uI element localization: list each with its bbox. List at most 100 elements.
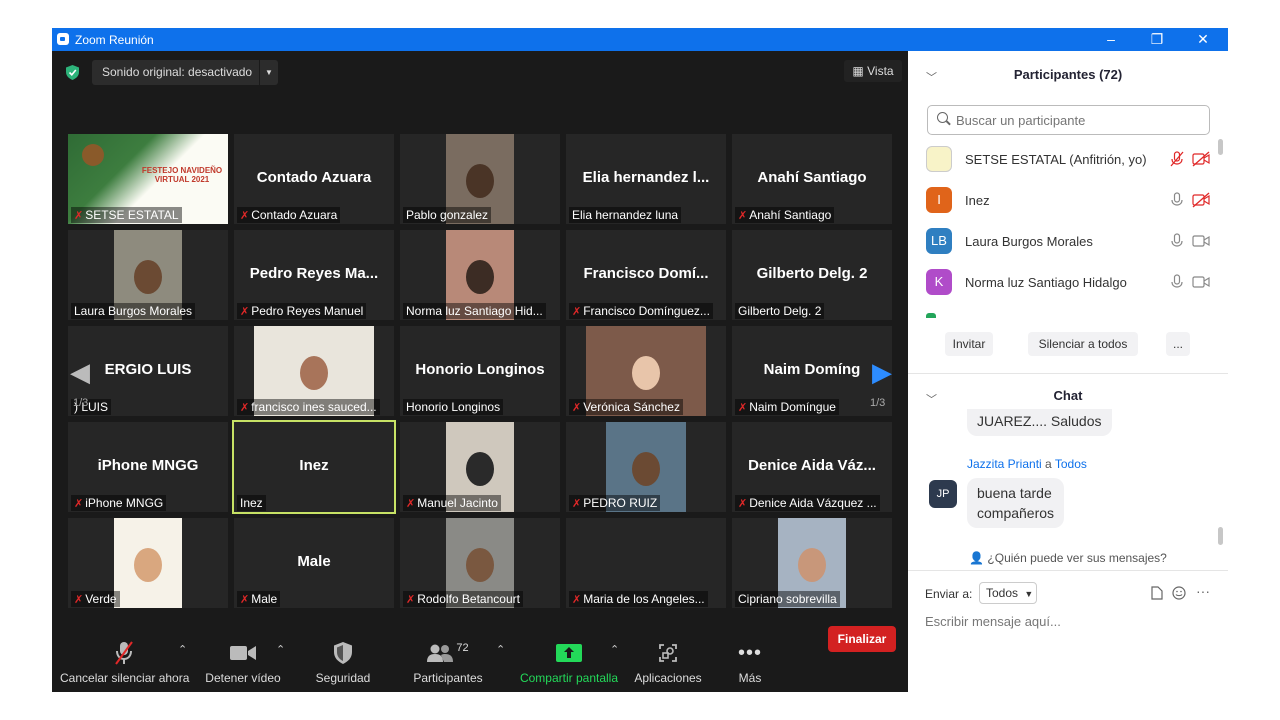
participant-tile[interactable]: ✗ PEDRO RUIZ	[566, 422, 726, 512]
encryption-shield-icon[interactable]	[66, 65, 79, 80]
participant-tile[interactable]: ✗ Rodolfo Betancourt	[400, 518, 560, 608]
mic-icon[interactable]	[1170, 233, 1184, 249]
participant-tile[interactable]: ✗ francisco ines sauced...	[234, 326, 394, 416]
mic-icon[interactable]	[1170, 192, 1184, 208]
mute-all-button[interactable]: Silenciar a todos	[1028, 332, 1138, 356]
participant-tile[interactable]: Cipriano sobrevilla	[732, 518, 892, 608]
tile-name-label: ✗ Pedro Reyes Manuel	[237, 303, 367, 319]
tile-name-text: Anahí Santiago	[749, 208, 832, 222]
close-button[interactable]: ✕	[1180, 28, 1226, 51]
tile-display-name: Anahí Santiago	[757, 169, 867, 186]
participants-scrollbar[interactable]	[1218, 139, 1223, 155]
audio-options-caret-icon[interactable]: ⌃	[178, 643, 187, 656]
participant-row[interactable]: K Norma luz Santiago Hidalgo	[926, 262, 1216, 302]
camera-icon[interactable]	[1192, 233, 1210, 249]
participant-tile[interactable]: Denice Aida Váz... ✗ Denice Aida Vázquez .…	[732, 422, 892, 512]
participant-row[interactable]: LB Laura Burgos Morales	[926, 221, 1216, 261]
participants-options-caret-icon[interactable]: ⌃	[496, 643, 505, 656]
muted-mic-icon: ✗	[572, 306, 582, 318]
tile-name-label: ✗ francisco ines sauced...	[237, 399, 380, 415]
participant-row[interactable]: I Inez	[926, 180, 1216, 220]
participant-tile[interactable]: ✗ Maria de los Angeles...	[566, 518, 726, 608]
chevron-down-icon[interactable]: ▼	[259, 60, 278, 85]
tile-name-text: Contado Azuara	[251, 208, 338, 222]
emoji-icon[interactable]	[1172, 586, 1186, 600]
participant-tile[interactable]: Honorio Longinos Honorio Longinos	[400, 326, 560, 416]
mic-icon[interactable]	[1170, 274, 1184, 290]
participant-tile[interactable]: ✗ Verónica Sánchez	[566, 326, 726, 416]
end-meeting-button[interactable]: Finalizar	[828, 626, 896, 652]
share-options-caret-icon[interactable]: ⌃	[610, 643, 619, 656]
participant-tile[interactable]: Pedro Reyes Ma... ✗ Pedro Reyes Manuel	[234, 230, 394, 320]
participant-tile[interactable]: iPhone MNGG ✗ iPhone MNGG	[68, 422, 228, 512]
participant-tile[interactable]: Anahí Santiago ✗ Anahí Santiago	[732, 134, 892, 224]
restore-button[interactable]: ❐	[1134, 28, 1180, 51]
participant-tile[interactable]: FESTEJO NAVIDEÑO VIRTUAL 2021 ✗ SETSE ESTA…	[68, 134, 228, 224]
tile-name-text: Verde	[85, 592, 117, 606]
participant-tile[interactable]: ERGIO LUIS) LUIS	[68, 326, 228, 416]
original-sound-button[interactable]: Sonido original: desactivado ▼	[92, 60, 278, 85]
video-options-caret-icon[interactable]: ⌃	[276, 643, 285, 656]
participant-tile[interactable]: ✗ Manuel Jacinto	[400, 422, 560, 512]
send-to-dropdown[interactable]: Todos ▼	[979, 582, 1037, 604]
participant-tile[interactable]: Contado Azuara ✗ Contado Azuara	[234, 134, 394, 224]
participant-tile[interactable]: Naim Domíng ✗ Naim Domíngue	[732, 326, 892, 416]
participant-face	[466, 452, 494, 486]
participants-button[interactable]: 72 Participantes	[408, 638, 488, 685]
participant-search-input[interactable]	[954, 112, 1198, 129]
participant-face	[632, 356, 660, 390]
chat-more-icon[interactable]: ···	[1196, 583, 1210, 599]
muted-mic-icon[interactable]	[1170, 151, 1184, 167]
tile-name-label: ✗ Manuel Jacinto	[403, 495, 501, 511]
participant-tile[interactable]: Male ✗ Male	[234, 518, 394, 608]
file-icon[interactable]	[1151, 586, 1163, 600]
chat-scrollbar[interactable]	[1218, 527, 1223, 545]
participant-name: Norma luz Santiago Hidalgo	[965, 275, 1127, 290]
prev-page-arrow-icon[interactable]: ◀	[70, 357, 90, 388]
apps-button[interactable]: Aplicaciones	[632, 638, 704, 685]
participants-more-button[interactable]: ...	[1166, 332, 1190, 356]
participant-tile[interactable]: Elia hernandez l... Elia hernandez luna	[566, 134, 726, 224]
participant-search[interactable]	[927, 105, 1210, 135]
meeting-toolbar: Cancelar silenciar ahora ⌃ Detener vídeo…	[52, 638, 908, 692]
participants-count: 72	[456, 642, 469, 654]
participant-face	[466, 260, 494, 294]
chat-sender-line: Jazzita Prianti a Todos	[967, 457, 1087, 471]
chevron-down-icon: ▼	[1024, 589, 1034, 599]
tile-name-text: Verónica Sánchez	[583, 400, 680, 414]
tile-name-label: ✗ Contado Azuara	[237, 207, 341, 223]
camera-off-icon[interactable]	[1192, 151, 1210, 167]
next-page-arrow-icon[interactable]: ▶	[872, 357, 892, 388]
participant-tile[interactable]: Norma luz Santiago Hid...	[400, 230, 560, 320]
participant-face	[134, 548, 162, 582]
participant-tile[interactable]: Pablo gonzalez	[400, 134, 560, 224]
security-button[interactable]: Seguridad	[308, 638, 378, 685]
participant-tile[interactable]: Gilberto Delg. 2 Gilberto Delg. 2	[732, 230, 892, 320]
window-title: Zoom Reunión	[75, 33, 154, 47]
camera-off-icon[interactable]	[1192, 192, 1210, 208]
title-bar: Zoom Reunión – ❐ ✕	[52, 28, 1228, 51]
participant-row[interactable]: SETSE ESTATAL (Anfitrión, yo)	[926, 139, 1216, 179]
apps-label: Aplicaciones	[634, 671, 702, 685]
unmute-button[interactable]: Cancelar silenciar ahora	[60, 638, 189, 685]
participant-tile[interactable]: Inez Inez	[232, 420, 396, 514]
zoom-window: Zoom Reunión – ❐ ✕ Sonido original: desa…	[52, 28, 1228, 692]
share-screen-icon	[516, 638, 622, 668]
stop-video-button[interactable]: Detener vídeo	[200, 638, 286, 685]
chat-message-input[interactable]: Escribir mensaje aquí...	[925, 614, 1061, 629]
muted-mic-icon: ✗	[572, 594, 582, 606]
camera-icon[interactable]	[1192, 274, 1210, 290]
who-can-see-link[interactable]: 👤 ¿Quién puede ver sus mensajes?	[908, 551, 1228, 565]
tile-name-text: Pedro Reyes Manuel	[251, 304, 364, 318]
send-to-value: Todos	[986, 586, 1019, 600]
chat-message-bubble: buena tarde compañeros	[967, 478, 1065, 528]
view-button[interactable]: ▦ Vista	[844, 60, 902, 82]
more-button[interactable]: ••• Más	[728, 638, 772, 686]
participant-tile[interactable]: ✗ Verde	[68, 518, 228, 608]
minimize-button[interactable]: –	[1088, 28, 1134, 51]
share-screen-button[interactable]: Compartir pantalla	[516, 638, 622, 685]
participant-tile[interactable]: Laura Burgos Morales	[68, 230, 228, 320]
more-dots-icon: •••	[737, 641, 762, 664]
participant-tile[interactable]: Francisco Domí... ✗ Francisco Domínguez...	[566, 230, 726, 320]
invite-button[interactable]: Invitar	[945, 332, 993, 356]
